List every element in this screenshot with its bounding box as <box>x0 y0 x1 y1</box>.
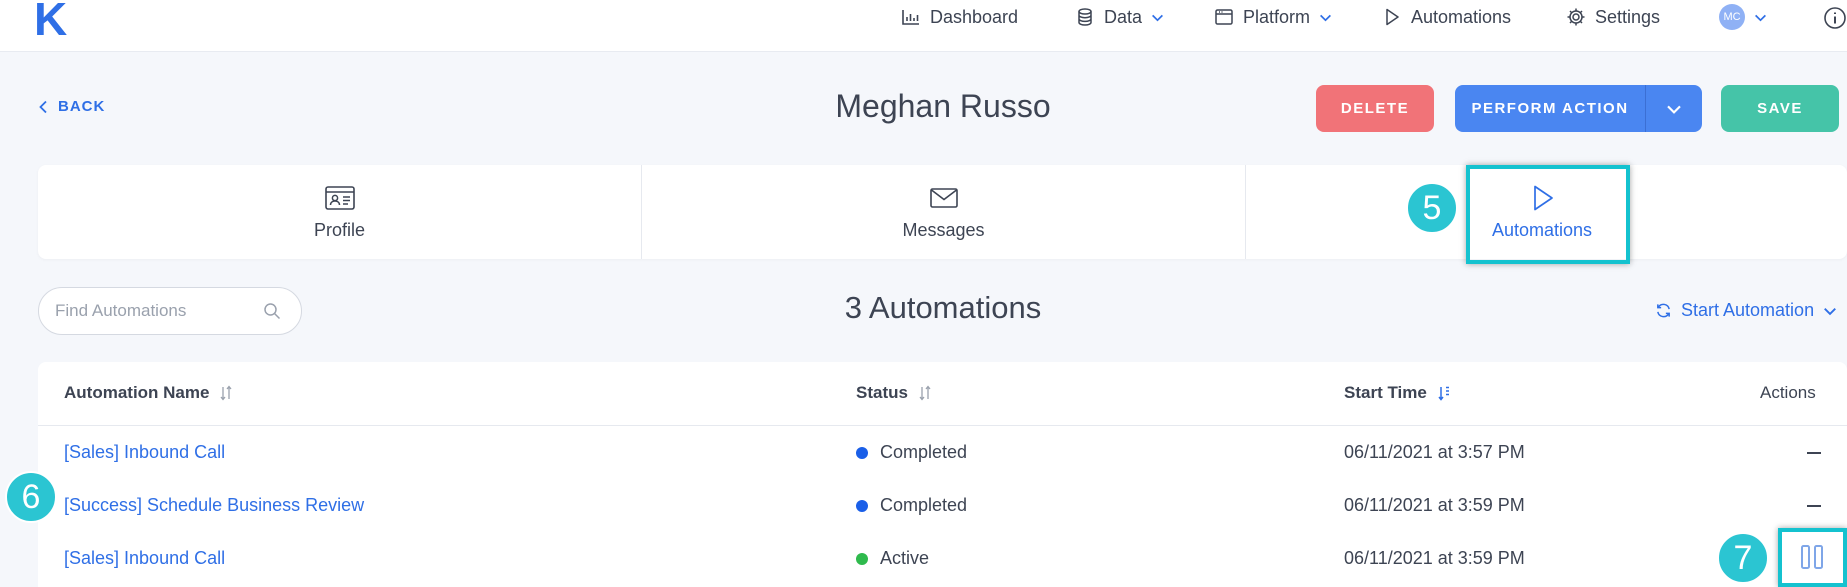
status-label: Completed <box>880 442 968 462</box>
database-icon <box>1078 8 1092 26</box>
id-card-icon <box>324 185 355 210</box>
perform-action-dropdown[interactable] <box>1646 101 1702 117</box>
status-dot <box>856 446 868 459</box>
status-dot <box>856 552 868 565</box>
tab-messages-label: Messages <box>902 219 985 240</box>
highlight-box <box>1466 165 1630 264</box>
automation-count: 3 Automations <box>844 290 1042 325</box>
play-icon <box>1386 8 1399 26</box>
gear-icon <box>1567 8 1585 26</box>
nav-settings[interactable]: Settings <box>1566 0 1660 34</box>
highlight-box <box>1778 528 1847 587</box>
nav-dashboard[interactable]: Dashboard <box>901 0 1018 34</box>
sort-icon[interactable] <box>219 385 233 401</box>
chevron-down-icon <box>1667 105 1681 114</box>
column-header-actions: Actions <box>1760 383 1816 403</box>
back-link[interactable]: BACK <box>38 98 105 115</box>
window-icon <box>1215 9 1233 25</box>
tab-divider <box>1245 165 1246 259</box>
perform-action-button[interactable]: PERFORM ACTION <box>1455 85 1702 132</box>
status-cell: Completed <box>856 442 967 463</box>
start-time-cell: 06/11/2021 at 3:57 PM <box>1344 442 1525 462</box>
start-time-cell: 06/11/2021 at 3:59 PM <box>1344 495 1525 515</box>
chevron-down-icon <box>1824 307 1836 315</box>
perform-action-label: PERFORM ACTION <box>1471 100 1629 117</box>
save-button[interactable]: SAVE <box>1721 85 1839 132</box>
nav-dashboard-label: Dashboard <box>930 6 1019 27</box>
column-header-label: Automation Name <box>64 383 210 402</box>
page-title: Meghan Russo <box>835 88 1051 124</box>
column-header-name[interactable]: Automation Name <box>64 383 233 403</box>
user-menu[interactable]: MC <box>1719 0 1767 34</box>
tab-profile-label: Profile <box>313 219 366 240</box>
nav-platform-label: Platform <box>1243 6 1311 27</box>
chevron-down-icon <box>1755 14 1766 21</box>
top-navbar: K Dashboard Data Platform Automations Se… <box>0 0 1847 52</box>
column-header-label: Actions <box>1760 383 1816 402</box>
automation-name-link[interactable]: [Success] Schedule Business Review <box>64 495 364 516</box>
automations-table <box>38 362 1847 587</box>
nav-data[interactable]: Data <box>1075 0 1164 34</box>
status-dot <box>856 499 868 512</box>
column-header-label: Start Time <box>1344 383 1427 402</box>
search-input[interactable] <box>55 301 255 321</box>
chevron-left-icon <box>39 100 47 113</box>
search-icon <box>264 303 281 320</box>
nav-platform[interactable]: Platform <box>1214 0 1332 34</box>
nav-automations-label: Automations <box>1411 6 1512 27</box>
back-label: BACK <box>58 98 106 115</box>
step-badge: 7 <box>1717 532 1769 584</box>
tab-profile[interactable]: Profile <box>38 165 641 259</box>
no-action-dash <box>1807 452 1821 454</box>
column-header-label: Status <box>856 383 908 402</box>
start-automation-label: Start Automation <box>1681 300 1815 320</box>
envelope-icon <box>929 187 958 208</box>
app-logo[interactable]: K <box>34 0 67 42</box>
column-header-status[interactable]: Status <box>856 383 932 403</box>
start-automation-button[interactable]: Start Automation <box>1655 300 1837 321</box>
status-cell: Active <box>856 548 929 569</box>
refresh-icon <box>1657 303 1670 318</box>
nav-data-label: Data <box>1104 6 1143 27</box>
avatar: MC <box>1719 4 1745 30</box>
step-badge: 5 <box>1406 182 1458 234</box>
column-header-start-time[interactable]: Start Time <box>1344 383 1451 403</box>
step-badge: 6 <box>5 471 57 523</box>
sort-descending-icon[interactable] <box>1437 385 1451 401</box>
nav-automations[interactable]: Automations <box>1382 0 1511 34</box>
table-header-divider <box>38 425 1847 426</box>
info-icon[interactable] <box>1823 6 1847 30</box>
chevron-down-icon <box>1320 14 1332 21</box>
no-action-dash <box>1807 505 1821 507</box>
start-time-cell: 06/11/2021 at 3:59 PM <box>1344 548 1525 568</box>
search-box[interactable] <box>38 287 302 335</box>
status-label: Active <box>880 548 930 568</box>
sort-icon[interactable] <box>918 385 932 401</box>
tab-messages[interactable]: Messages <box>642 165 1245 259</box>
nav-settings-label: Settings <box>1595 6 1661 27</box>
chart-icon <box>902 10 919 25</box>
status-label: Completed <box>880 495 968 515</box>
automation-name-link[interactable]: [Sales] Inbound Call <box>64 548 225 569</box>
status-cell: Completed <box>856 495 967 516</box>
delete-button[interactable]: DELETE <box>1316 85 1434 132</box>
chevron-down-icon <box>1152 14 1164 21</box>
automation-name-link[interactable]: [Sales] Inbound Call <box>64 442 225 463</box>
